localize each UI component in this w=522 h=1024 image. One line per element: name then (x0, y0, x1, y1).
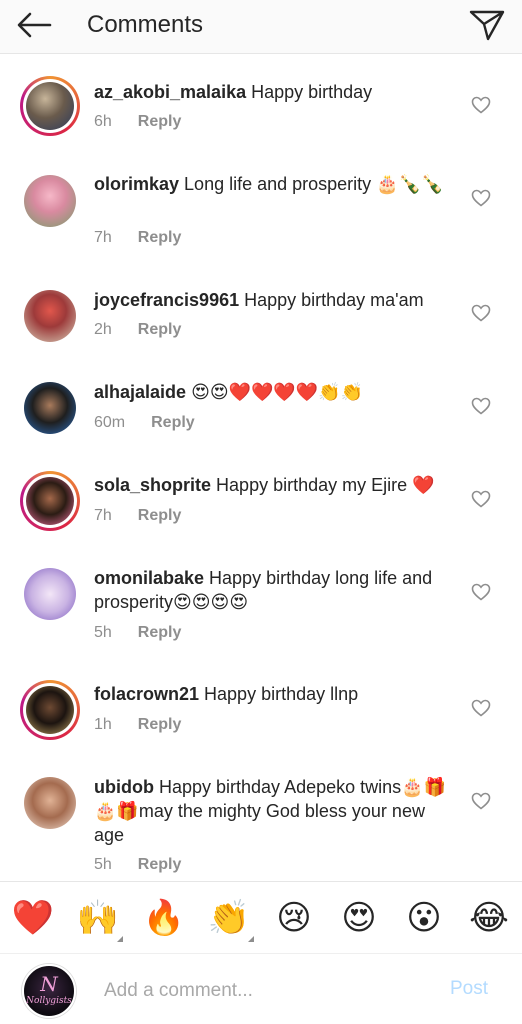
page-title: Comments (87, 11, 204, 38)
reply-button[interactable]: Reply (138, 507, 182, 525)
avatar[interactable] (20, 471, 80, 531)
reply-button[interactable]: Reply (138, 113, 182, 131)
comment-time: 2h (94, 321, 112, 338)
comment-username[interactable]: sola_shoprite (94, 475, 211, 495)
avatar-logo-mark: N (40, 972, 58, 996)
comment-time: 6h (94, 113, 112, 130)
skin-tone-caret-icon (117, 936, 123, 942)
comment-username[interactable]: ubidob (94, 777, 154, 797)
comment-time: 7h (94, 229, 112, 246)
heart-outline-icon[interactable] (471, 583, 491, 601)
comment-text: Long life and prosperity 🎂🍾🍾 (179, 174, 444, 194)
comment-username[interactable]: joycefrancis9961 (94, 290, 239, 310)
comment-username[interactable]: alhajalaide (94, 382, 186, 402)
comment-time: 5h (94, 856, 112, 873)
comment-time: 5h (94, 624, 112, 641)
comment-username[interactable]: folacrown21 (94, 684, 199, 704)
heart-reaction-button[interactable]: ❤️ (11, 896, 55, 940)
crying-reaction-button[interactable]: 😢 (272, 896, 316, 940)
comment-text: Happy birthday (246, 82, 373, 102)
avatar[interactable] (20, 564, 80, 624)
avatar-logo-text: Nollygists (26, 996, 72, 1006)
heart-outline-icon[interactable] (471, 96, 491, 114)
reply-button[interactable]: Reply (151, 414, 195, 432)
clapping-reaction-button[interactable]: 👏 (207, 896, 251, 940)
reply-button[interactable]: Reply (138, 716, 182, 734)
comment-time: 7h (94, 507, 112, 524)
surprised-reaction-button[interactable]: 😮 (402, 896, 446, 940)
avatar[interactable] (20, 286, 80, 346)
heart-outline-icon[interactable] (471, 304, 491, 322)
raising-hands-reaction-button[interactable]: 🙌 (76, 896, 120, 940)
heart-eyes-reaction-button[interactable]: 😍 (337, 896, 381, 940)
heart-outline-icon[interactable] (471, 490, 491, 508)
comment-text: Happy birthday llnp (199, 684, 359, 704)
comment-text: 😍😍❤️❤️❤️❤️👏👏 (186, 382, 364, 402)
comment-text: Happy birthday ma'am (239, 290, 424, 310)
comment-input[interactable] (104, 976, 424, 1006)
quick-reactions-bar: ❤️ 🙌 🔥 👏 😢 😍 😮 😂 (0, 881, 522, 953)
comment-time: 1h (94, 716, 112, 733)
laughing-reaction-button[interactable]: 😂 (467, 896, 511, 940)
avatar[interactable] (20, 378, 80, 438)
comment-username[interactable]: olorimkay (94, 174, 179, 194)
comment-username[interactable]: az_akobi_malaika (94, 82, 246, 102)
reply-button[interactable]: Reply (138, 321, 182, 339)
heart-outline-icon[interactable] (471, 189, 491, 207)
avatar[interactable] (20, 76, 80, 136)
heart-outline-icon[interactable] (471, 699, 491, 717)
avatar[interactable] (20, 680, 80, 740)
my-avatar[interactable]: N Nollygists (22, 964, 76, 1018)
heart-outline-icon[interactable] (471, 792, 491, 810)
comment-text: Happy birthday my Ejire ❤️ (211, 475, 435, 495)
reply-button[interactable]: Reply (138, 624, 182, 642)
header-bar: Comments (0, 0, 522, 54)
arrow-left-icon[interactable] (14, 10, 54, 40)
heart-outline-icon[interactable] (471, 397, 491, 415)
reply-button[interactable]: Reply (138, 229, 182, 247)
paper-plane-icon[interactable] (468, 8, 506, 42)
avatar[interactable] (20, 171, 80, 231)
post-button[interactable]: Post (450, 978, 488, 1000)
avatar[interactable] (20, 773, 80, 833)
fire-reaction-button[interactable]: 🔥 (142, 896, 186, 940)
reply-button[interactable]: Reply (138, 856, 182, 874)
comment-time: 60m (94, 414, 126, 431)
comment-username[interactable]: omonilabake (94, 568, 204, 588)
skin-tone-caret-icon (248, 936, 254, 942)
comment-composer: N Nollygists Post (0, 953, 522, 1024)
